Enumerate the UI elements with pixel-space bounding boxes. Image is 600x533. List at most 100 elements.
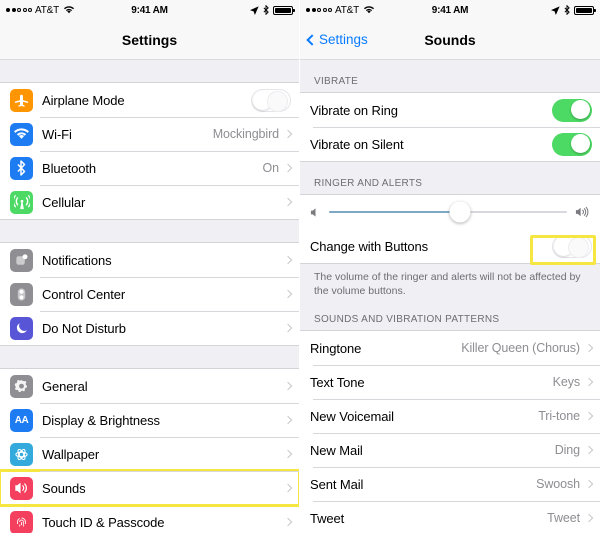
volume-slider-track[interactable]	[329, 201, 567, 223]
chevron-right-icon	[283, 381, 293, 391]
sidebar-item-sounds[interactable]: Sounds	[0, 469, 299, 507]
sidebar-item-bluetooth[interactable]: Bluetooth On	[0, 151, 299, 185]
sounds-list[interactable]: VIBRATE Vibrate on Ring Vibrate on Silen…	[300, 60, 600, 533]
section-header-ringer-and-alerts: RINGER AND ALERTS	[300, 162, 600, 194]
volume-high-icon	[575, 206, 590, 218]
row-value: Keys	[552, 375, 580, 390]
row-ringtone[interactable]: Ringtone Killer Queen (Chorus)	[300, 331, 600, 366]
group-gap	[0, 346, 299, 368]
chevron-right-icon	[584, 480, 594, 489]
row-text-tone[interactable]: Text Tone Keys	[300, 365, 600, 400]
sidebar-item-display-brightness[interactable]: AA Display & Brightness	[0, 403, 299, 437]
row-sent-mail[interactable]: Sent Mail Swoosh	[300, 467, 600, 502]
battery-icon	[273, 5, 295, 15]
sidebar-item-label: Wallpaper	[42, 446, 100, 462]
chevron-right-icon	[283, 129, 293, 139]
bluetooth-icon	[10, 156, 33, 180]
sidebar-item-label: Airplane Mode	[42, 92, 125, 108]
volume-slider-row[interactable]	[300, 195, 600, 229]
airplane-icon	[10, 88, 33, 112]
carrier-label: AT&T	[35, 4, 60, 16]
wifi-icon	[10, 122, 33, 146]
chevron-right-icon	[283, 415, 293, 425]
back-button-label: Settings	[319, 32, 368, 47]
vibrate-group: Vibrate on Ring Vibrate on Silent	[300, 92, 600, 162]
sidebar-item-label: Sounds	[42, 480, 86, 496]
sidebar-item-wallpaper[interactable]: Wallpaper	[0, 437, 299, 471]
ringer-group: Change with Buttons	[300, 194, 600, 265]
sidebar-item-cellular[interactable]: Cellular	[0, 185, 299, 219]
sidebar-item-touch-id-passcode[interactable]: Touch ID & Passcode	[0, 505, 299, 533]
row-label: New Voicemail	[310, 408, 394, 424]
settings-group-connectivity: Airplane Mode Wi-Fi Mockingbird Bluetoot	[0, 82, 299, 220]
row-value: Ding	[554, 443, 580, 458]
control-center-icon	[10, 282, 33, 306]
sidebar-item-wifi[interactable]: Wi-Fi Mockingbird	[0, 117, 299, 151]
row-new-mail[interactable]: New Mail Ding	[300, 433, 600, 468]
navigation-bar-right: Settings Sounds	[300, 20, 600, 60]
sidebar-item-do-not-disturb[interactable]: Do Not Disturb	[0, 311, 299, 345]
chevron-right-icon	[584, 378, 594, 387]
wallpaper-icon	[10, 442, 33, 466]
vibrate-on-silent-toggle[interactable]	[552, 132, 592, 156]
chevron-right-icon	[283, 483, 293, 493]
row-tweet[interactable]: Tweet Tweet	[300, 501, 600, 533]
volume-low-icon	[310, 207, 321, 218]
sidebar-item-general[interactable]: General	[0, 369, 299, 403]
group-gap	[0, 220, 299, 242]
sidebar-item-label: Control Center	[42, 286, 126, 302]
cellular-icon	[10, 190, 33, 214]
sidebar-item-label: General	[42, 378, 88, 394]
chevron-right-icon	[283, 289, 293, 299]
list-top-gap	[0, 60, 299, 82]
settings-group-system: Notifications Control Center Do Not Dist…	[0, 242, 299, 346]
row-value: Killer Queen (Chorus)	[461, 341, 580, 356]
navigation-bar-left: Settings	[0, 20, 299, 60]
change-with-buttons-toggle[interactable]	[552, 234, 592, 258]
status-bar-right: AT&T 9:41 AM	[300, 0, 600, 20]
airplane-mode-toggle[interactable]	[251, 88, 291, 112]
status-bar-signal: AT&T	[6, 4, 75, 16]
row-new-voicemail[interactable]: New Voicemail Tri-tone	[300, 399, 600, 434]
row-vibrate-on-silent[interactable]: Vibrate on Silent	[300, 127, 600, 161]
bluetooth-icon	[263, 5, 269, 15]
signal-strength-icon	[306, 8, 332, 12]
bluetooth-icon	[564, 5, 570, 15]
dual-screen-comparison: AT&T 9:41 AM Settings Airplane Mode Wi-F…	[0, 0, 600, 533]
chevron-right-icon	[584, 344, 594, 353]
chevron-right-icon	[283, 255, 293, 265]
vibrate-on-ring-toggle[interactable]	[552, 98, 592, 122]
sidebar-item-label: Cellular	[42, 194, 86, 210]
sidebar-item-notifications[interactable]: Notifications	[0, 243, 299, 277]
row-label: Vibrate on Ring	[310, 102, 398, 118]
back-button[interactable]: Settings	[306, 32, 368, 47]
status-bar-indicators	[551, 5, 596, 15]
section-header-sounds-and-vibration-patterns: SOUNDS AND VIBRATION PATTERNS	[300, 298, 600, 331]
location-arrow-icon	[551, 5, 560, 15]
row-vibrate-on-ring[interactable]: Vibrate on Ring	[300, 93, 600, 127]
section-header-vibrate: VIBRATE	[300, 60, 600, 92]
chevron-right-icon	[584, 412, 594, 421]
sound-patterns-group: Ringtone Killer Queen (Chorus) Text Tone…	[300, 330, 600, 533]
settings-list[interactable]: Airplane Mode Wi-Fi Mockingbird Bluetoot	[0, 60, 299, 533]
status-bar-left: AT&T 9:41 AM	[0, 0, 299, 20]
chevron-right-icon	[584, 514, 594, 523]
status-bar-indicators	[250, 5, 295, 15]
chevron-right-icon	[283, 517, 293, 527]
row-label: Change with Buttons	[310, 238, 429, 254]
row-value: Tweet	[547, 511, 580, 526]
wifi-icon	[364, 6, 375, 14]
row-label: Ringtone	[310, 340, 362, 356]
wifi-icon	[64, 6, 75, 14]
sidebar-item-control-center[interactable]: Control Center	[0, 277, 299, 311]
chevron-left-icon	[306, 33, 318, 46]
gear-icon	[10, 374, 33, 398]
settings-screen: AT&T 9:41 AM Settings Airplane Mode Wi-F…	[0, 0, 300, 533]
row-change-with-buttons[interactable]: Change with Buttons	[300, 229, 600, 263]
sidebar-item-label: Wi-Fi	[42, 126, 72, 142]
row-label: New Mail	[310, 442, 363, 458]
chevron-right-icon	[283, 163, 293, 173]
sidebar-item-airplane-mode[interactable]: Airplane Mode	[0, 83, 299, 117]
row-label: Sent Mail	[310, 476, 364, 492]
carrier-label: AT&T	[335, 4, 360, 16]
